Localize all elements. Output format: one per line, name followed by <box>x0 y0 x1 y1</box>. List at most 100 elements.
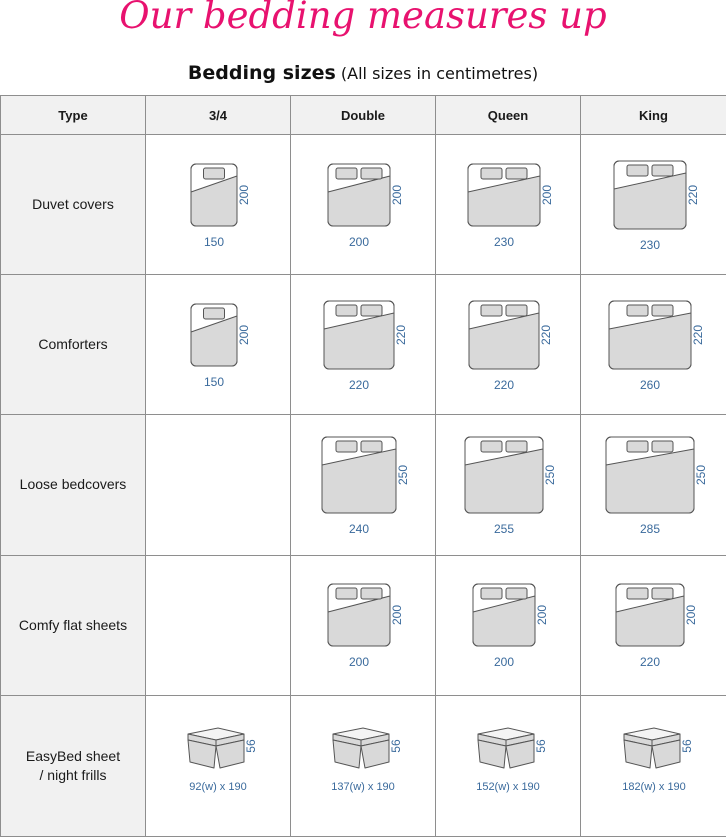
width-dimension-label: 260 <box>639 378 659 392</box>
bed-illustration: 260 220 <box>608 300 705 392</box>
length-dimension-label: 220 <box>394 324 408 344</box>
bed-illustration: 220 200 <box>615 583 698 669</box>
width-dimension-label: 200 <box>349 655 369 669</box>
bed-icon <box>190 163 238 227</box>
subtitle-note: (All sizes in centimetres) <box>340 64 539 83</box>
size-cell-comforter-3-4: 150 200 <box>145 274 291 416</box>
size-cell-flat-sheet-double: 200 200 <box>290 554 436 696</box>
length-dimension-label: 220 <box>686 184 700 204</box>
frill-illustration: 56 92(w) x 190 <box>187 727 258 793</box>
width-dimension-label: 220 <box>349 378 369 392</box>
size-cell-duvet-3-4: 150 200 <box>145 133 291 276</box>
column-header-double: Double <box>290 95 436 135</box>
size-cell-bedcover-3-4-empty <box>145 414 291 556</box>
width-dimension-label: 220 <box>494 378 514 392</box>
bed-illustration: 230 220 <box>613 160 700 252</box>
pillow-icon <box>651 164 673 177</box>
table-row-comfy-flat-sheets: Comfy flat sheets 200 200 200 200 220 200 <box>0 554 726 696</box>
pillow-icon <box>335 587 358 600</box>
frill-size-label: 92(w) x 190 <box>189 781 246 793</box>
pillow-icon <box>480 304 503 317</box>
length-dimension-label: 200 <box>390 605 404 625</box>
bed-icon <box>615 583 684 647</box>
bed-illustration: 285 250 <box>605 436 708 536</box>
width-dimension-label: 255 <box>494 522 514 536</box>
frill-height-label: 56 <box>534 739 548 753</box>
frill-illustration: 56 182(w) x 190 <box>622 727 694 793</box>
pillow-icon <box>480 440 503 453</box>
pillow-icon <box>626 587 648 600</box>
width-dimension-label: 230 <box>639 238 659 252</box>
size-cell-flat-sheet-3-4-empty <box>145 554 291 696</box>
bed-illustration: 150 200 <box>190 303 251 389</box>
length-dimension-label: 250 <box>694 465 708 485</box>
table-row-comforters: Comforters 150 200 220 220 220 220 260 220 <box>0 274 726 416</box>
bed-icon <box>613 160 686 230</box>
row-label-easybed-frills: EasyBed sheet / night frills <box>0 694 146 837</box>
table-row-loose-bedcovers: Loose bedcovers 240 250 255 250 285 250 <box>0 414 726 556</box>
table-subtitle: Bedding sizes (All sizes in centimetres) <box>0 61 726 86</box>
subtitle-main: Bedding sizes <box>187 62 336 84</box>
pillow-icon <box>480 587 503 600</box>
bed-frill-icon <box>187 727 245 769</box>
size-cell-bedcover-king: 285 250 <box>580 414 726 556</box>
size-cell-frill-double: 56 137(w) x 190 <box>290 694 436 837</box>
pillow-icon <box>480 167 503 180</box>
pillow-icon <box>505 167 528 180</box>
bedding-size-table: Type 3/4 Double Queen King Duvet covers … <box>0 95 726 837</box>
size-cell-frill-queen: 56 152(w) x 190 <box>435 694 581 837</box>
pillow-icon <box>335 304 358 317</box>
column-header-type: Type <box>0 95 146 135</box>
frill-size-label: 182(w) x 190 <box>622 781 686 793</box>
frill-size-label: 152(w) x 190 <box>476 781 540 793</box>
bed-illustration: 255 250 <box>464 436 557 536</box>
bed-illustration: 200 200 <box>472 583 549 669</box>
bed-illustration: 240 250 <box>321 436 410 536</box>
column-header-three-quarter: 3/4 <box>145 95 291 135</box>
size-cell-flat-sheet-king: 220 200 <box>580 554 726 696</box>
size-cell-comforter-queen: 220 220 <box>435 274 581 416</box>
pillow-icon <box>335 167 358 180</box>
bed-illustration: 220 220 <box>323 300 408 392</box>
length-dimension-label: 200 <box>684 605 698 625</box>
frill-size-label: 137(w) x 190 <box>331 781 395 793</box>
pillow-icon <box>360 587 383 600</box>
table-row-duvet-covers: Duvet covers 150 200 200 200 230 200 230 220 <box>0 133 726 276</box>
row-label-comfy-flat-sheets: Comfy flat sheets <box>0 554 146 696</box>
pillow-icon <box>626 440 648 453</box>
size-cell-flat-sheet-queen: 200 200 <box>435 554 581 696</box>
length-dimension-label: 250 <box>543 465 557 485</box>
pillow-icon <box>360 304 383 317</box>
frill-illustration: 56 152(w) x 190 <box>476 727 548 793</box>
bed-icon <box>321 436 397 514</box>
row-label-duvet-covers: Duvet covers <box>0 133 146 276</box>
bed-icon <box>190 303 238 367</box>
frill-height-label: 56 <box>389 739 403 753</box>
bed-frill-icon <box>477 727 535 769</box>
pillow-icon <box>651 587 673 600</box>
frill-height-label: 56 <box>244 739 258 753</box>
length-dimension-label: 200 <box>535 605 549 625</box>
pillow-icon <box>651 440 673 453</box>
width-dimension-label: 240 <box>349 522 369 536</box>
bed-illustration: 220 220 <box>468 300 553 392</box>
bed-illustration: 200 200 <box>327 583 404 669</box>
pillow-icon <box>651 304 673 317</box>
pillow-icon <box>505 440 528 453</box>
bed-icon <box>468 300 540 370</box>
width-dimension-label: 230 <box>494 235 514 249</box>
pillow-icon <box>360 440 383 453</box>
bed-illustration: 150 200 <box>190 163 251 249</box>
bed-icon <box>605 436 694 514</box>
frill-illustration: 56 137(w) x 190 <box>331 727 403 793</box>
width-dimension-label: 200 <box>349 235 369 249</box>
pillow-icon <box>335 440 358 453</box>
width-dimension-label: 200 <box>494 655 514 669</box>
row-label-loose-bedcovers: Loose bedcovers <box>0 414 146 556</box>
bed-illustration: 200 200 <box>327 163 404 249</box>
length-dimension-label: 200 <box>237 184 251 204</box>
size-cell-bedcover-queen: 255 250 <box>435 414 581 556</box>
column-header-queen: Queen <box>435 95 581 135</box>
bed-illustration: 230 200 <box>467 163 554 249</box>
pillow-icon <box>505 587 528 600</box>
